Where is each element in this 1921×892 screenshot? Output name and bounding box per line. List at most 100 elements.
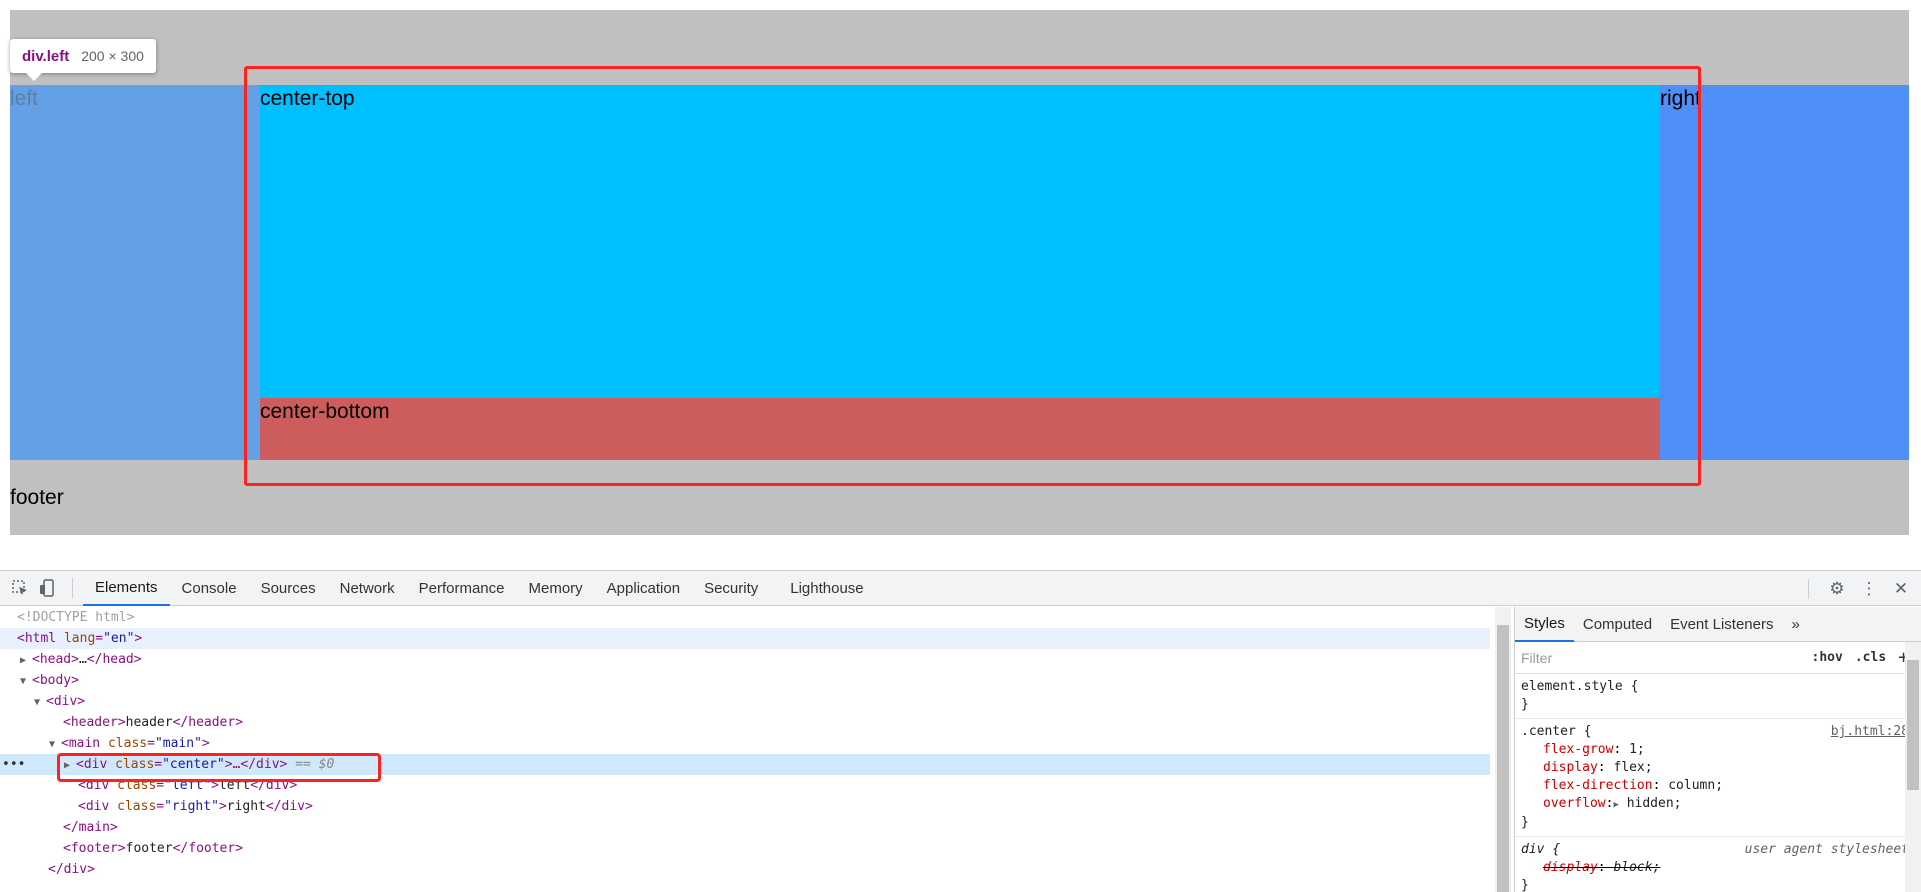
dom-dots[interactable]: ••• [2, 754, 25, 775]
page-footer-block[interactable]: footer [10, 460, 1909, 535]
decl-name: display [1543, 760, 1598, 775]
page-main-flex[interactable]: left center-top center-bottom right [10, 85, 1909, 460]
dom-line-main-close[interactable]: </main> [0, 817, 1490, 838]
dom-head-close: </head> [86, 652, 142, 667]
right-column[interactable]: right [1660, 85, 1909, 460]
center-column[interactable]: center-top center-bottom [260, 85, 1660, 460]
dom-footer-open: <footer> [63, 841, 126, 856]
decl-display[interactable]: display: flex; [1521, 759, 1915, 777]
styles-sidebar: Styles Computed Event Listeners » :hov .… [1514, 607, 1921, 892]
right-column-text: right [1660, 87, 1701, 110]
center-top-block[interactable]: center-top [260, 85, 1660, 398]
collapse-triangle-icon[interactable]: ▼ [20, 671, 32, 692]
left-column[interactable]: left [10, 85, 260, 460]
rule-div-ua[interactable]: div { user agent stylesheet display: blo… [1515, 837, 1921, 892]
dom-line-footer[interactable]: <footer>footer</footer> [0, 838, 1490, 859]
tab-event-listeners[interactable]: Event Listeners [1661, 607, 1782, 642]
dom-line-body[interactable]: ▼ <body> [0, 670, 1490, 691]
dom-header-close: </header> [172, 715, 244, 730]
tab-console[interactable]: Console [170, 571, 249, 606]
device-toolbar-icon[interactable] [34, 574, 62, 602]
gear-icon[interactable]: ⚙ [1823, 575, 1851, 603]
cls-toggle-button[interactable]: .cls [1849, 650, 1892, 665]
dom-line-header[interactable]: <header>header</header> [0, 712, 1490, 733]
decl-overflow[interactable]: overflow:▶ hidden; [1521, 795, 1915, 814]
decl-value: block; [1613, 860, 1661, 875]
dom-html-attr: lang [63, 631, 96, 646]
rule-element-style-selector: element.style { [1521, 679, 1639, 694]
elements-dom-tree: <!DOCTYPE html> <html lang="en"> ▶ <head>… [0, 607, 1493, 892]
center-bottom-text: center-bottom [260, 400, 390, 423]
expand-triangle-icon[interactable]: ▶ [20, 650, 32, 671]
hov-toggle-button[interactable]: :hov [1806, 650, 1849, 665]
toolbar-separator [72, 578, 73, 598]
dom-right-close: </div> [265, 799, 313, 814]
rule-center[interactable]: .center { bj.html:28 flex-grow: 1; displ… [1515, 719, 1921, 837]
dom-main-attr: class [107, 736, 148, 751]
tab-application[interactable]: Application [595, 571, 692, 606]
dom-div-open: <div> [46, 694, 86, 709]
left-column-text: left [10, 87, 39, 110]
expand-triangle-icon[interactable]: ▶ [1613, 800, 1618, 810]
dom-line-div[interactable]: ▼ <div> [0, 691, 1490, 712]
dom-line-div-close[interactable]: </div> [0, 859, 1490, 880]
rule-div-source: user agent stylesheet [1744, 842, 1909, 857]
close-icon[interactable]: ✕ [1887, 575, 1915, 603]
tab-memory[interactable]: Memory [517, 571, 595, 606]
dom-line-main[interactable]: ▼ <main class="main"> [0, 733, 1490, 754]
styles-filter-bar: :hov .cls + [1515, 642, 1921, 674]
styles-filter-input[interactable] [1521, 645, 1806, 670]
dom-doctype: <!DOCTYPE html> [17, 610, 135, 625]
dom-line-head[interactable]: ▶ <head>…</head> [0, 649, 1490, 670]
decl-value: 1; [1629, 742, 1645, 757]
tab-styles[interactable]: Styles [1515, 607, 1574, 642]
rule-close-brace: } [1521, 878, 1529, 892]
inspect-tooltip: div.left 200 × 300 [10, 39, 156, 81]
decl-flex-direction[interactable]: flex-direction: column; [1521, 777, 1915, 795]
styles-tabs: Styles Computed Event Listeners » [1515, 607, 1921, 642]
dom-body-open: <body> [32, 673, 79, 688]
dom-right-attr: class [117, 799, 157, 814]
rule-close-brace: } [1521, 697, 1529, 712]
inspect-element-icon[interactable] [6, 574, 34, 602]
tab-elements[interactable]: Elements [83, 571, 170, 606]
rule-center-source-link[interactable]: bj.html:28 [1831, 723, 1909, 741]
dom-line-right[interactable]: <div class="right">right</div> [0, 796, 1490, 817]
tab-computed[interactable]: Computed [1574, 607, 1661, 642]
page-header-block[interactable] [10, 10, 1909, 85]
annotation-dom-highlight-box [57, 753, 381, 782]
tab-performance[interactable]: Performance [407, 571, 517, 606]
footer-text: footer [10, 486, 64, 509]
collapse-triangle-icon[interactable]: ▼ [49, 734, 61, 755]
dom-footer-close: </footer> [172, 841, 244, 856]
collapse-triangle-icon[interactable]: ▼ [34, 692, 46, 713]
styles-scrollbar[interactable] [1905, 642, 1921, 892]
tab-network[interactable]: Network [328, 571, 407, 606]
dom-line-html[interactable]: <html lang="en"> [0, 628, 1490, 649]
dom-tree-scrollbar[interactable] [1495, 607, 1511, 892]
tab-lighthouse[interactable]: Lighthouse [778, 571, 875, 606]
decl-name: overflow [1543, 796, 1606, 811]
dom-outer-div-close: </div> [48, 862, 95, 877]
center-top-text: center-top [260, 87, 355, 110]
kebab-menu-icon[interactable]: ⋮ [1855, 575, 1883, 603]
tab-security[interactable]: Security [692, 571, 770, 606]
tab-sources[interactable]: Sources [249, 571, 328, 606]
dom-tree-scrollbar-thumb[interactable] [1497, 625, 1509, 892]
decl-display-struck: display: block; [1543, 860, 1661, 875]
dom-line-doctype[interactable]: <!DOCTYPE html> [0, 607, 1490, 628]
rule-element-style[interactable]: element.style { } [1515, 674, 1921, 719]
devtools-toolbar: Elements Console Sources Network Perform… [0, 571, 1921, 606]
center-bottom-block[interactable]: center-bottom [260, 398, 1660, 460]
styles-scrollbar-thumb[interactable] [1907, 660, 1919, 790]
decl-name: display [1543, 860, 1598, 875]
dom-head-open: <head> [32, 652, 79, 667]
decl-value: hidden; [1626, 796, 1682, 811]
dom-main-close: </main> [63, 820, 118, 835]
decl-flex-grow[interactable]: flex-grow: 1; [1521, 741, 1915, 759]
toolbar-separator [1808, 578, 1809, 599]
inspected-page-viewport: left center-top center-bottom right foot… [0, 0, 1921, 570]
dom-head-ellipsis: … [78, 652, 87, 667]
dom-main-open: <main [61, 736, 101, 751]
more-tabs-chevron-icon[interactable]: » [1782, 607, 1808, 642]
